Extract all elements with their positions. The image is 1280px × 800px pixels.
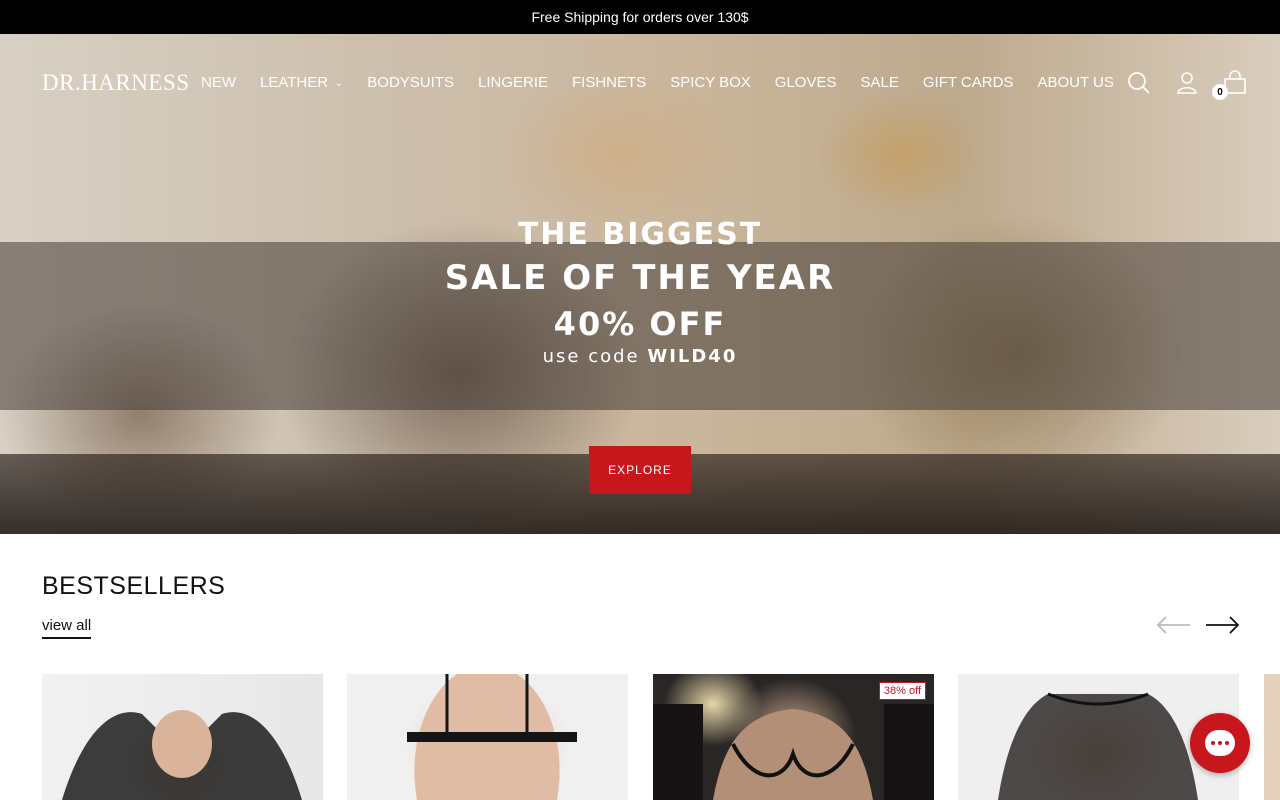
promo-line-2: SALE OF THE YEAR: [444, 258, 836, 298]
header-icons: 0: [1126, 70, 1248, 100]
promo-discount: 40% OFF: [553, 305, 727, 343]
promo-code-line: use code WILD40: [0, 347, 1280, 367]
menu-item-lingerie[interactable]: LINGERIE: [478, 74, 548, 91]
menu-item-label: NEW: [201, 74, 236, 91]
arrow-right-icon[interactable]: [1204, 612, 1240, 638]
menu-item-bodysuits[interactable]: BODYSUITS: [367, 74, 454, 91]
main-header: DR.HARNESS NEW LEATHER ⌄ BODYSUITS LINGER…: [0, 34, 1280, 134]
menu-item-label: SPICY BOX: [670, 74, 751, 91]
discount-badge: 38% off: [878, 682, 926, 700]
menu-item-spicy-box[interactable]: SPICY BOX: [670, 74, 751, 91]
main-menu: NEW LEATHER ⌄ BODYSUITS LINGERIE FISHNETS…: [201, 74, 1114, 91]
promo-code: WILD40: [647, 346, 738, 367]
product-card[interactable]: [1264, 674, 1280, 800]
menu-item-fishnets[interactable]: FISHNETS: [572, 74, 646, 91]
arrow-left-icon[interactable]: [1156, 612, 1192, 638]
menu-item-leather[interactable]: LEATHER ⌄: [260, 74, 343, 91]
announcement-bar: Free Shipping for orders over 130$: [0, 0, 1280, 34]
promo-code-prefix: use code: [542, 346, 648, 367]
view-all-link[interactable]: view all: [42, 617, 92, 639]
carousel-controls: [1156, 612, 1240, 638]
menu-item-label: GLOVES: [774, 74, 837, 91]
product-card[interactable]: [347, 674, 628, 800]
menu-item-label: LINGERIE: [477, 74, 549, 91]
menu-item-gift-cards[interactable]: GIFT CARDS: [923, 74, 1014, 91]
menu-item-label: LEATHER: [260, 74, 329, 91]
menu-item-label: GIFT CARDS: [922, 74, 1014, 91]
product-carousel: 38% off: [42, 674, 1280, 800]
chat-widget-button[interactable]: [1190, 713, 1250, 773]
cart-icon[interactable]: 0: [1212, 70, 1248, 100]
announcement-text: Free Shipping for orders over 130$: [531, 9, 749, 25]
menu-item-label: BODYSUITS: [367, 74, 454, 91]
chevron-down-icon: ⌄: [334, 77, 344, 89]
menu-item-label: ABOUT US: [1037, 74, 1114, 91]
brand-logo[interactable]: DR.HARNESS: [42, 70, 190, 96]
account-icon[interactable]: [1174, 70, 1200, 96]
menu-item-about-us[interactable]: ABOUT US: [1037, 74, 1113, 91]
menu-item-label: SALE: [860, 74, 899, 91]
product-card[interactable]: [42, 674, 323, 800]
chat-bubble-icon: [1205, 730, 1235, 756]
menu-item-new[interactable]: NEW: [201, 74, 236, 91]
menu-item-label: FISHNETS: [572, 74, 647, 91]
explore-button[interactable]: EXPLORE: [589, 446, 691, 494]
bestsellers-title: BESTSELLERS: [42, 572, 226, 600]
menu-item-sale[interactable]: SALE: [861, 74, 899, 91]
product-image: [407, 674, 577, 800]
cart-count-badge: 0: [1212, 84, 1228, 100]
product-image: [62, 710, 302, 800]
product-card[interactable]: 38% off: [653, 674, 934, 800]
search-icon[interactable]: [1126, 70, 1152, 96]
hero-promo-text: THE BIGGEST SALE OF THE YEAR 40% OFF use…: [0, 215, 1280, 367]
promo-line-1: THE BIGGEST: [517, 217, 763, 252]
menu-item-gloves[interactable]: GLOVES: [775, 74, 837, 91]
